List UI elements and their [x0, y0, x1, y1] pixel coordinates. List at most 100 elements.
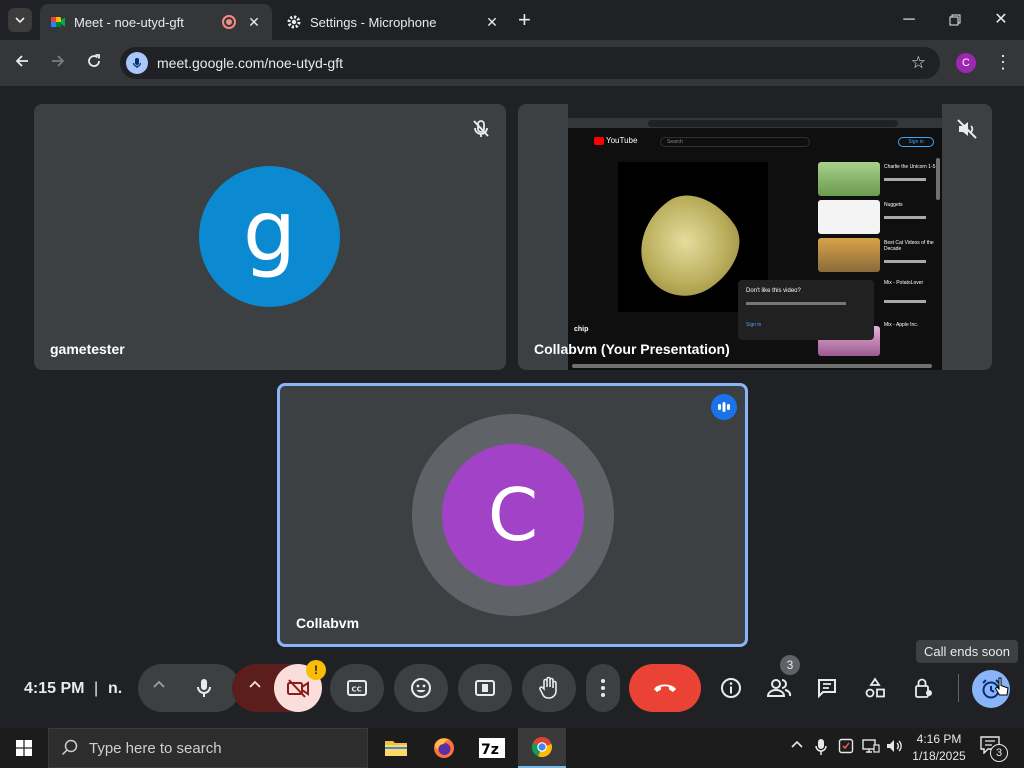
chevron-up-icon [249, 680, 261, 688]
forward-button[interactable] [46, 51, 70, 75]
close-window-button[interactable]: ✕ [978, 6, 1024, 34]
participant-tile-gametester[interactable]: g gametester [34, 104, 506, 370]
taskbar-time: 4:16 PM [916, 732, 962, 746]
taskbar-chrome[interactable] [518, 728, 566, 768]
search-icon [61, 739, 78, 756]
minimize-button[interactable]: ─ [886, 6, 932, 34]
url-text: meet.google.com/noe-utyd-gft [157, 55, 343, 71]
closed-captions-icon: CC [347, 680, 367, 696]
back-button[interactable] [10, 51, 34, 75]
bookmark-star-icon[interactable]: ☆ [911, 53, 926, 73]
tab-title: Meet - noe-utyd-gft [74, 14, 184, 30]
leave-call-button[interactable] [629, 664, 701, 712]
recommended-title: Mix - PotatoLover [884, 280, 924, 286]
new-tab-button[interactable]: + [518, 8, 531, 32]
recording-indicator-icon [222, 15, 236, 29]
popup-sign-in: Sign in [746, 322, 762, 328]
taskbar-file-explorer[interactable] [372, 728, 420, 768]
recommended-meta [884, 260, 926, 263]
folder-icon [385, 741, 407, 756]
camera-control-group: ! [232, 660, 326, 712]
reactions-button[interactable] [394, 664, 448, 712]
call-ends-soon-tooltip: Call ends soon [916, 640, 1018, 663]
svg-text:CC: CC [352, 686, 362, 694]
shared-scrollbar [936, 158, 940, 200]
taskbar-firefox[interactable] [420, 728, 468, 768]
present-button[interactable] [458, 664, 512, 712]
windows-taskbar: Type here to search 7z 4:16 PM 1/18/2025… [0, 728, 1024, 768]
taskbar-search[interactable]: Type here to search [48, 728, 368, 768]
video-title: chip [574, 326, 589, 333]
svg-text:7z: 7z [481, 742, 499, 758]
arrow-left-icon [15, 55, 28, 67]
tab-meet[interactable]: Meet - noe-utyd-gft ✕ [40, 4, 272, 40]
people-count-badge: 3 [780, 655, 800, 675]
activities-button[interactable] [859, 672, 891, 704]
captions-button[interactable]: CC [330, 664, 384, 712]
tab-search-button[interactable] [8, 8, 32, 32]
people-button[interactable] [763, 672, 795, 704]
youtube-brand: YouTube [606, 136, 638, 145]
taskbar-search-placeholder: Type here to search [89, 739, 222, 757]
address-bar[interactable]: meet.google.com/noe-utyd-gft ☆ [120, 47, 940, 79]
recommended-title: Charlie the Unicorn 1-5 [884, 164, 936, 170]
reload-button[interactable] [82, 51, 106, 75]
raise-hand-button[interactable] [522, 664, 576, 712]
tab-settings-microphone[interactable]: Settings - Microphone ✕ [276, 4, 510, 40]
mic-control-group [138, 664, 240, 712]
chat-button[interactable] [811, 672, 843, 704]
tray-volume-icon[interactable] [886, 738, 904, 757]
windows-logo-icon [16, 740, 32, 756]
firefox-icon [434, 738, 454, 758]
microphone-icon [197, 679, 211, 697]
meeting-details-button[interactable] [715, 672, 747, 704]
emoji-icon [411, 678, 431, 698]
chevron-up-icon [153, 680, 165, 688]
tray-microphone-icon[interactable] [814, 738, 828, 759]
tray-overflow-icon[interactable] [790, 738, 804, 755]
participant-tile-collabvm[interactable]: C Collabvm [277, 383, 748, 647]
recommended-meta [884, 216, 926, 219]
tab-close-icon[interactable]: ✕ [484, 14, 500, 31]
chrome-menu-icon[interactable]: ⋮ [994, 52, 1012, 73]
more-options-button[interactable] [586, 664, 620, 712]
recommended-thumb [818, 162, 880, 196]
7zip-icon: 7z [479, 738, 505, 758]
reload-icon [88, 54, 100, 67]
taskbar-clock[interactable]: 4:16 PM 1/18/2025 [906, 731, 972, 765]
camera-off-icon [287, 679, 309, 698]
video-options-button[interactable] [248, 678, 262, 697]
restore-button[interactable] [932, 6, 978, 34]
tab-title: Settings - Microphone [310, 14, 437, 30]
youtube-sign-in: Sign in [898, 137, 934, 147]
meeting-time: 4:15 PM [24, 680, 85, 697]
avatar-ring: C [412, 414, 614, 616]
start-button[interactable] [0, 728, 48, 768]
recommended-thumb [818, 238, 880, 272]
tray-security-icon[interactable] [838, 738, 854, 757]
tab-close-icon[interactable]: ✕ [246, 14, 262, 31]
shared-hscrollbar [572, 364, 932, 368]
microphone-in-use-icon[interactable] [126, 52, 148, 74]
profile-avatar[interactable]: C [956, 53, 976, 73]
host-controls-button[interactable] [907, 672, 939, 704]
recommended-meta [884, 300, 926, 303]
taskbar-7zip[interactable]: 7z [468, 728, 516, 768]
hand-icon [539, 676, 557, 699]
audio-options-button[interactable] [152, 678, 166, 697]
present-screen-icon [475, 680, 495, 696]
microphone-button[interactable] [180, 664, 228, 712]
recommended-thumb [818, 200, 880, 234]
restore-icon [949, 14, 961, 26]
tray-network-icon[interactable] [862, 738, 880, 757]
meet-favicon-icon [51, 17, 65, 27]
volume-off-icon [957, 119, 977, 139]
info-icon [721, 678, 741, 698]
popup-title: Don't like this video? [746, 288, 801, 294]
more-vert-icon [601, 679, 605, 697]
notification-center-button[interactable]: 3 [980, 736, 1008, 762]
speaking-indicator-icon [711, 394, 737, 420]
recommended-meta [884, 178, 926, 181]
meeting-code: n. [108, 680, 123, 697]
popup-text [746, 302, 846, 305]
